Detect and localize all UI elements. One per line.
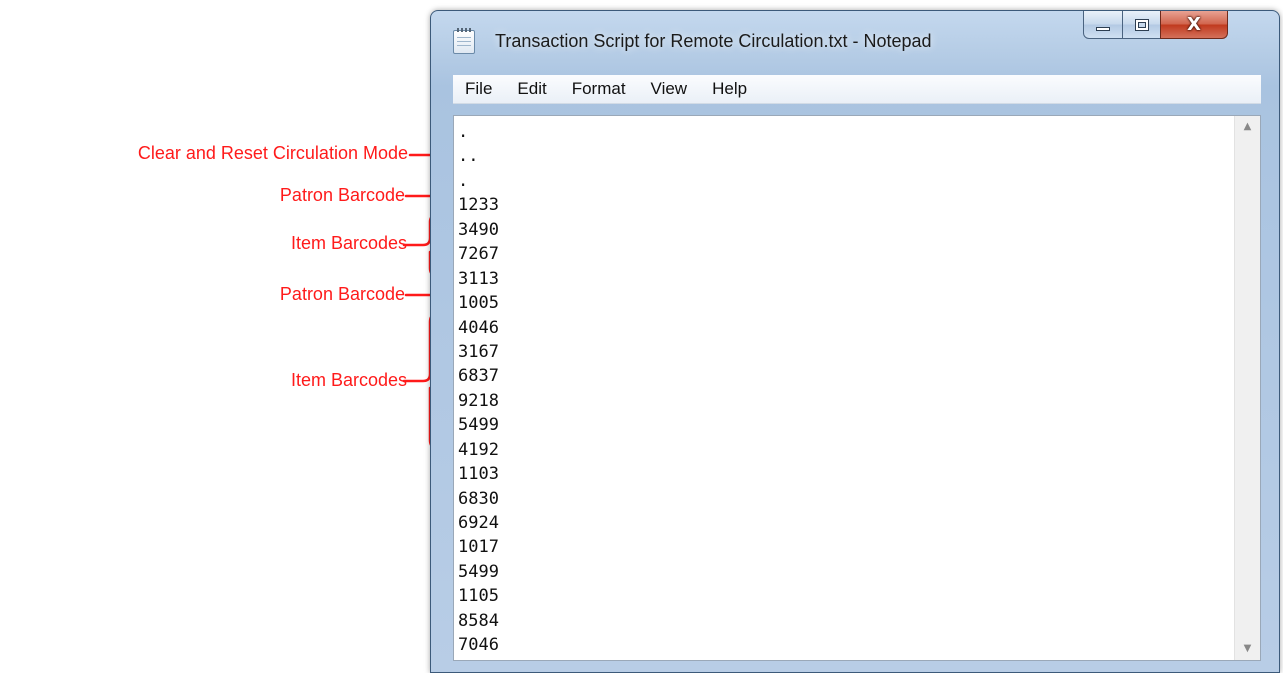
text-line: 3490 — [458, 219, 499, 240]
text-line: 4192 — [458, 439, 499, 460]
text-line: 6830 — [458, 488, 499, 509]
notepad-icon[interactable] — [453, 28, 475, 54]
text-line: . — [458, 170, 469, 191]
minimize-button[interactable] — [1083, 11, 1123, 39]
close-icon: X — [1187, 14, 1201, 35]
text-line: 6924 — [458, 513, 499, 533]
text-line: .. — [458, 146, 479, 167]
text-line: 1233 — [458, 195, 499, 216]
text-line: 1105 — [458, 586, 499, 607]
text-line: 8584 — [458, 610, 499, 631]
text-line: 4046 — [458, 317, 499, 338]
menu-format[interactable]: Format — [560, 79, 638, 99]
window-title: Transaction Script for Remote Circulatio… — [495, 31, 932, 51]
menu-view[interactable]: View — [639, 79, 700, 99]
text-line: 1017 — [458, 537, 499, 558]
text-line: 1005 — [458, 293, 499, 314]
vertical-scrollbar[interactable]: ▲ ▼ — [1234, 116, 1260, 660]
annotation-clear-reset: Clear and Reset Circulation Mode — [137, 143, 408, 163]
annotation-item-barcodes-1: Item Barcodes — [290, 233, 407, 253]
text-line: . — [458, 122, 469, 142]
title-bar[interactable]: Transaction Script for Remote Circulatio… — [431, 11, 1279, 73]
text-line: 6837 — [458, 366, 499, 387]
text-line: 3113 — [458, 268, 499, 289]
text-line: 5499 — [458, 561, 499, 582]
menu-bar: File Edit Format View Help — [453, 75, 1261, 104]
text-line: 1103 — [458, 464, 499, 485]
close-button[interactable]: X — [1160, 11, 1228, 39]
menu-file[interactable]: File — [453, 79, 504, 99]
maximize-icon — [1134, 18, 1149, 31]
annotation-item-barcodes-2: Item Barcodes — [290, 370, 407, 390]
scroll-up-icon[interactable]: ▲ — [1235, 116, 1260, 138]
text-line: 7046 — [458, 635, 499, 656]
menu-edit[interactable]: Edit — [505, 79, 558, 99]
menu-help[interactable]: Help — [700, 79, 759, 99]
text-line: 7267 — [458, 244, 499, 265]
text-line: 9218 — [458, 390, 499, 411]
annotation-patron-barcode-2: Patron Barcode — [279, 284, 405, 304]
text-content[interactable]: .... 1233 3490 7267 3113 1005 4046 3167 6837 9218… — [454, 120, 1234, 660]
notepad-window: Transaction Script for Remote Circulatio… — [430, 10, 1280, 673]
text-line: 3167 — [458, 341, 499, 362]
scroll-down-icon[interactable]: ▼ — [1235, 638, 1260, 660]
text-line: 5499 — [458, 415, 499, 436]
maximize-button[interactable] — [1122, 11, 1161, 39]
text-editor[interactable]: .... 1233 3490 7267 3113 1005 4046 3167 6837 9218… — [453, 115, 1261, 661]
annotation-patron-barcode-1: Patron Barcode — [279, 185, 405, 205]
minimize-icon — [1096, 26, 1110, 31]
